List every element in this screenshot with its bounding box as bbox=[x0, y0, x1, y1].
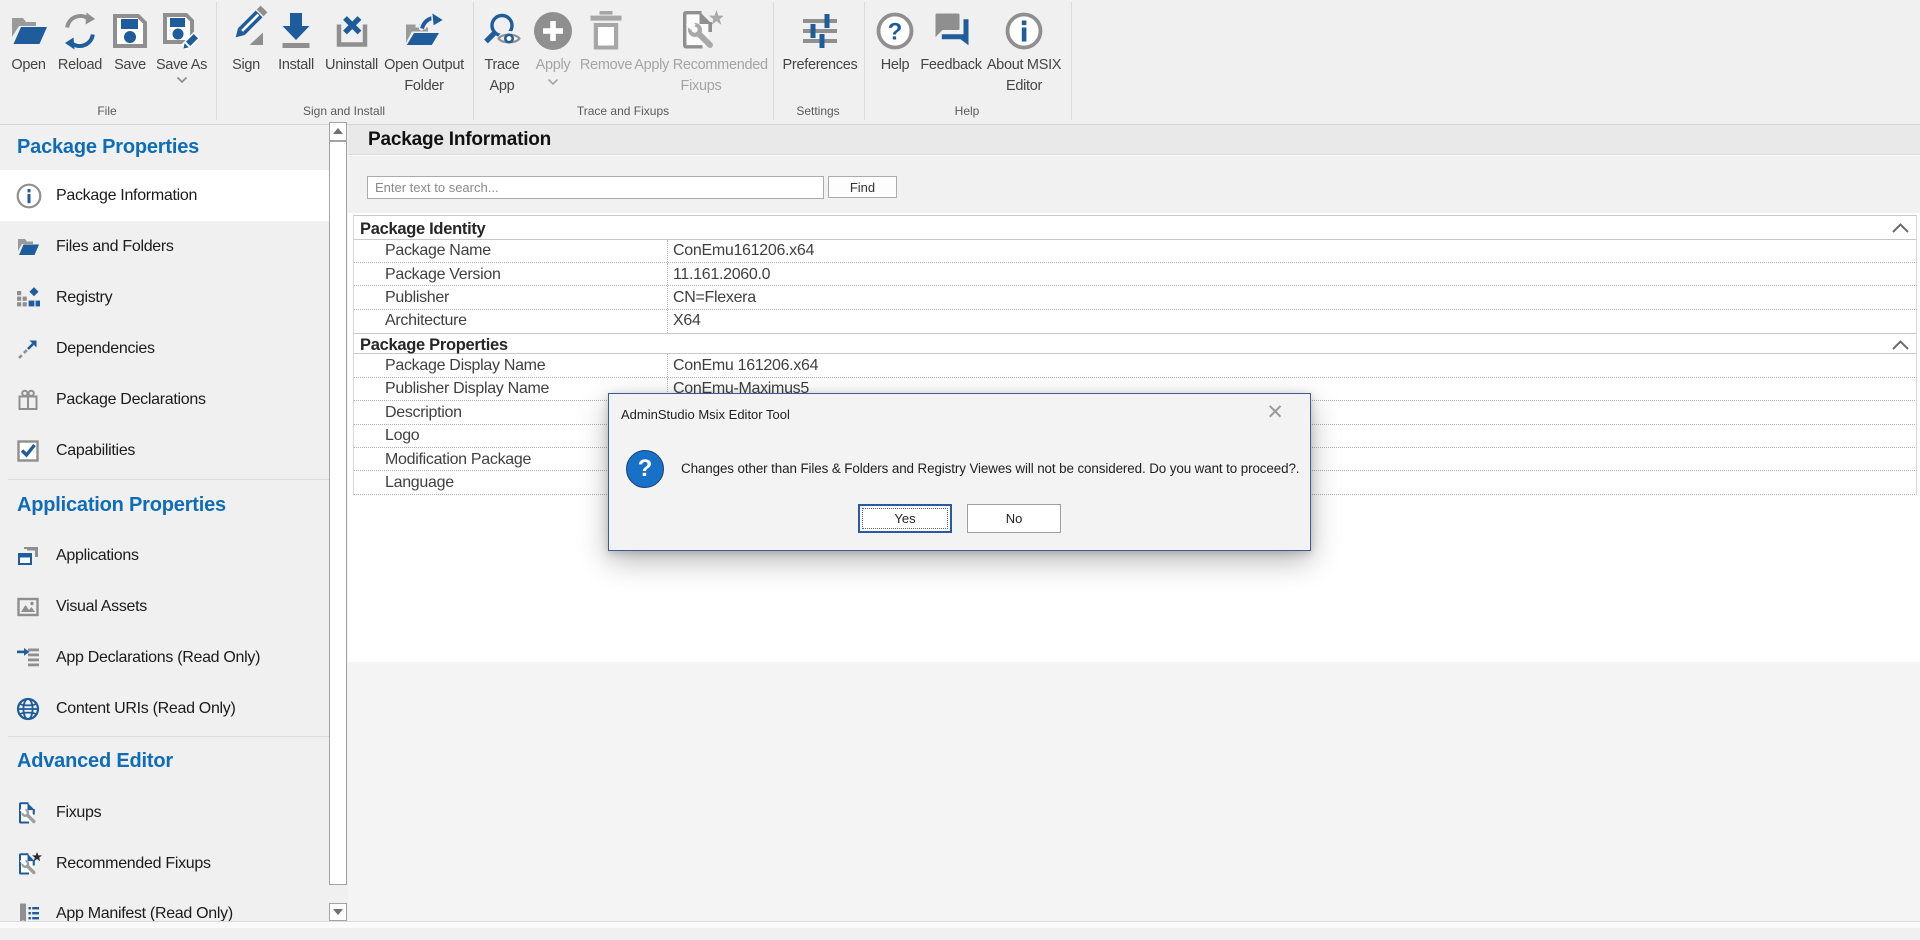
svg-text:?: ? bbox=[888, 19, 903, 46]
